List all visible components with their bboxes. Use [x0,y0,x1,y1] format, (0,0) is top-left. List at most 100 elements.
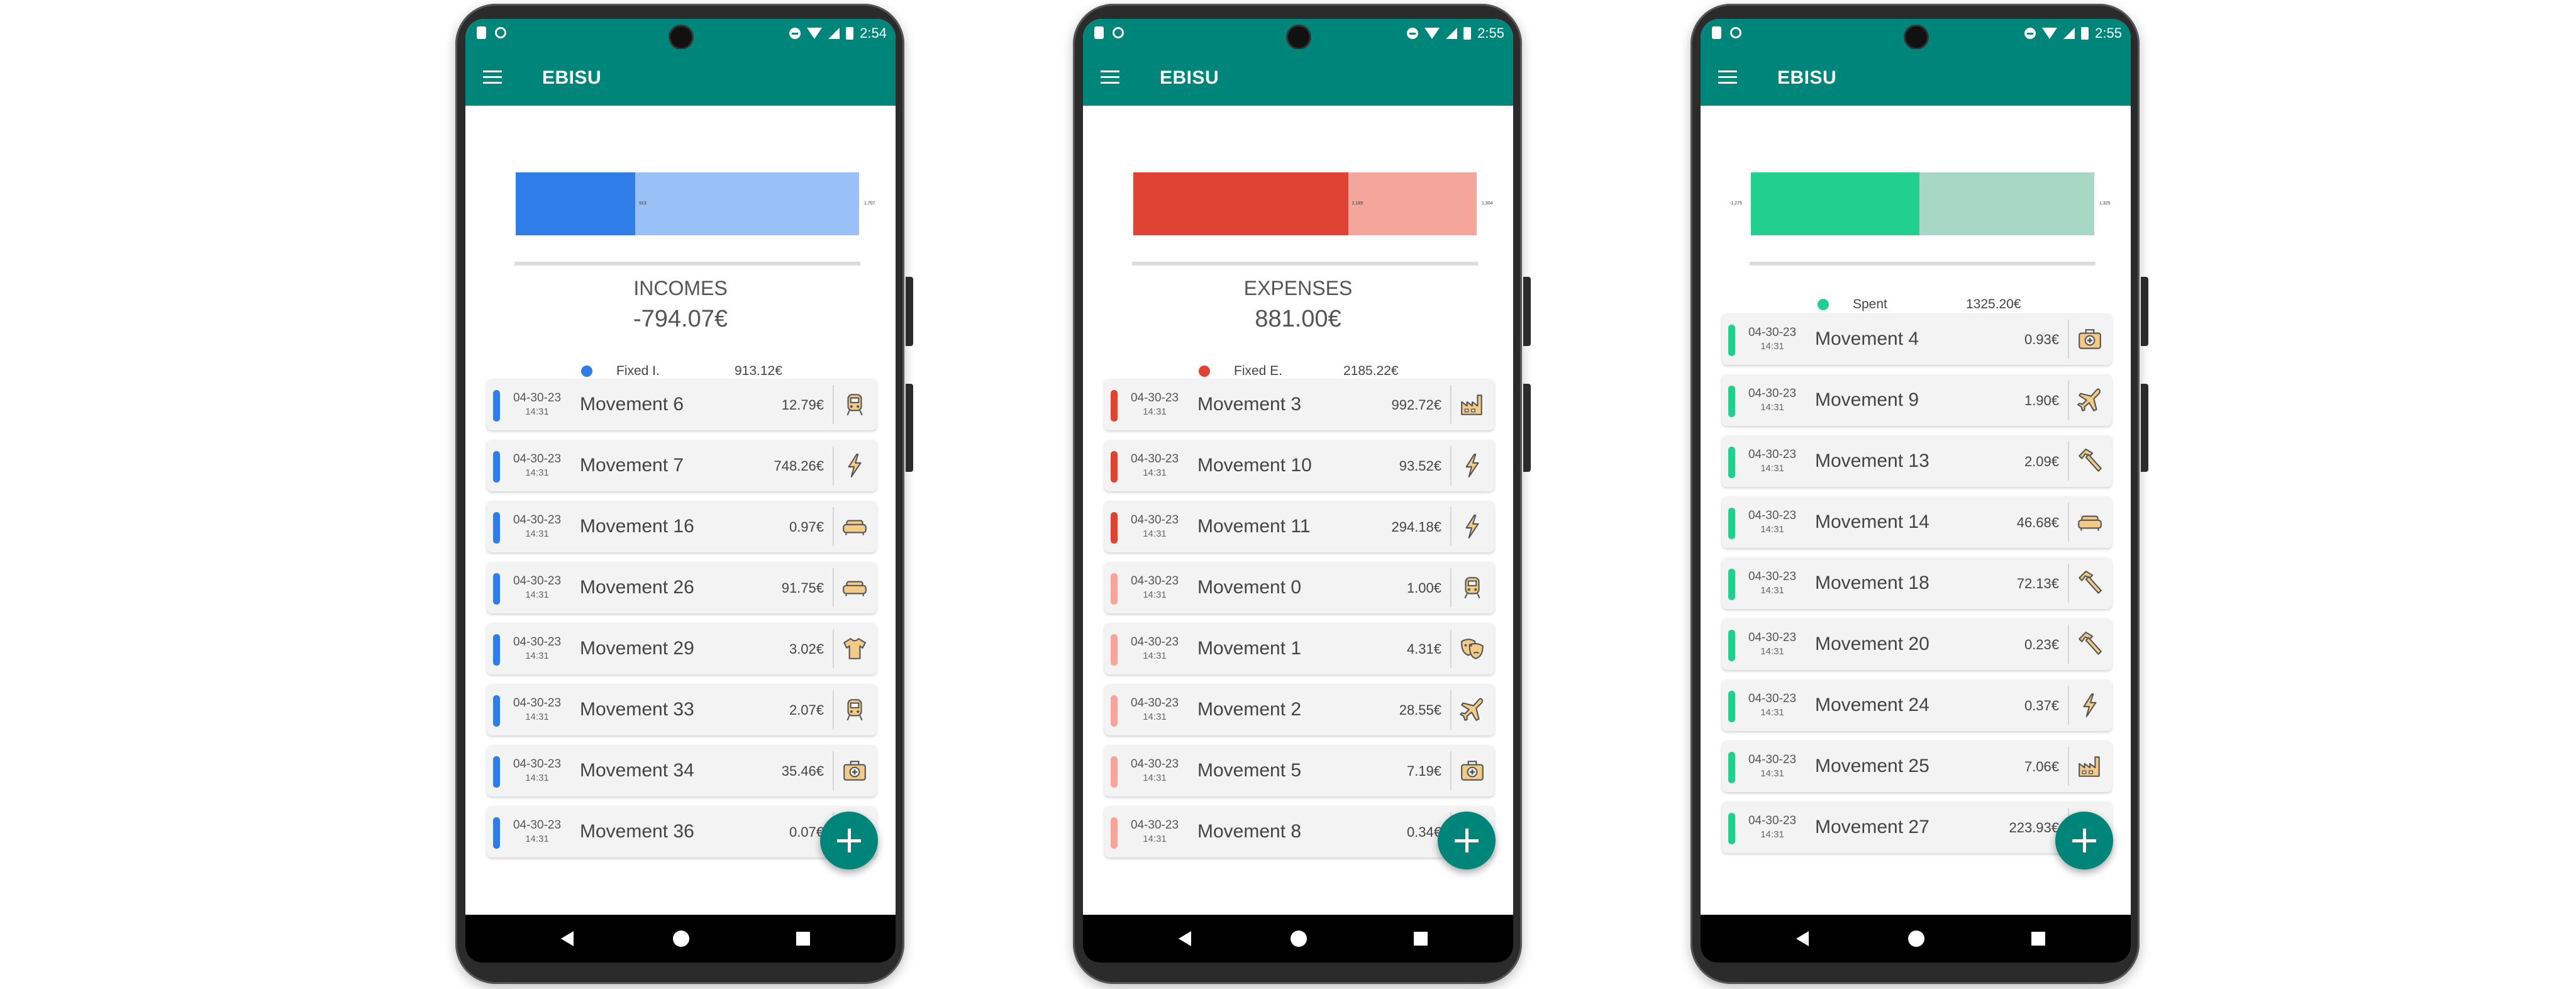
sofa-icon [841,574,868,601]
train-icon [841,696,868,723]
menu-icon[interactable] [1101,70,1119,84]
movement-divider [2068,747,2069,786]
movement-item[interactable]: 04-30-23 14:31 Movement 16 0.97€ [487,501,877,552]
recents-icon[interactable] [2031,932,2045,946]
movement-item[interactable]: 04-30-23 14:31 Movement 34 35.46€ [487,745,877,796]
navigation-bar [465,915,896,963]
movement-name: Movement 26 [580,577,694,598]
movement-divider [1450,690,1452,729]
home-icon[interactable] [1291,930,1307,947]
home-icon[interactable] [1908,930,1924,947]
sofa-icon [2077,509,2103,535]
movement-amount: 1.90€ [2024,393,2059,408]
movement-date: 04-30-23 14:31 [508,391,566,419]
volume-button [906,384,913,472]
movement-item[interactable]: 04-30-23 14:31 Movement 1 4.31€ [1104,623,1494,674]
category-strip [1111,634,1118,666]
chart-divider [514,262,860,265]
movement-item[interactable]: 04-30-23 14:31 Movement 5 7.19€ [1104,745,1494,796]
movement-name: Movement 3 [1197,394,1302,415]
bar-segment-primary [1751,172,1919,235]
movement-date-text: 04-30-23 [1130,696,1179,710]
movement-item[interactable]: 04-30-23 14:31 Movement 24 0.37€ [1722,679,2112,731]
movement-time: 14:31 [1143,773,1167,783]
movement-item[interactable]: 04-30-23 14:31 Movement 20 0.23€ [1722,618,2112,670]
movement-item[interactable]: 04-30-23 14:31 Movement 13 2.09€ [1722,435,2112,487]
movement-date-text: 04-30-23 [1748,814,1797,827]
movement-date-text: 04-30-23 [1748,387,1797,400]
movement-item[interactable]: 04-30-23 14:31 Movement 8 0.34€ [1104,806,1494,858]
movement-time: 14:31 [1143,651,1167,661]
category-strip [1728,569,1735,600]
movement-date-text: 04-30-23 [513,635,562,649]
movement-date: 04-30-23 14:31 [1126,757,1184,785]
movement-item[interactable]: 04-30-23 14:31 Movement 10 93.52€ [1104,440,1494,491]
movement-item[interactable]: 04-30-23 14:31 Movement 36 0.07€ [487,806,877,858]
movement-date: 04-30-23 14:31 [1743,387,1801,415]
movement-item[interactable]: 04-30-23 14:31 Movement 18 72.13€ [1722,557,2112,609]
category-strip [1728,813,1735,844]
bar-label-right: 1,707 [864,201,875,206]
category-strip [493,451,500,483]
movement-name: Movement 9 [1815,389,1919,410]
movement-item[interactable]: 04-30-23 14:31 Movement 7 748.26€ [487,440,877,491]
movement-amount: 0.07€ [789,824,824,840]
recents-icon[interactable] [1414,932,1428,946]
movement-item[interactable]: 04-30-23 14:31 Movement 25 7.06€ [1722,740,2112,792]
movement-item[interactable]: 04-30-23 14:31 Movement 6 12.79€ [487,379,877,430]
movement-time: 14:31 [525,467,549,478]
bar-label-right: 1,304 [1482,201,1493,206]
back-icon[interactable] [1796,931,1809,946]
lightning-icon [2077,692,2103,718]
movement-item[interactable]: 04-30-23 14:31 Movement 11 294.18€ [1104,501,1494,552]
movement-time: 14:31 [525,589,549,600]
movement-amount: 46.68€ [2016,515,2059,530]
movement-amount: 28.55€ [1399,702,1441,718]
movement-amount: 2.09€ [2024,454,2059,469]
back-icon[interactable] [561,931,574,946]
movement-amount: 93.52€ [1399,458,1441,474]
add-movement-button[interactable] [2055,812,2113,869]
movement-item[interactable]: 04-30-23 14:31 Movement 29 3.02€ [487,623,877,674]
movement-date: 04-30-23 14:31 [508,696,566,724]
home-icon[interactable] [673,930,689,947]
stacked-bar [516,172,859,235]
movement-time: 14:31 [1760,707,1784,718]
movement-item[interactable]: 04-30-23 14:31 Movement 27 223.93€ [1722,802,2112,853]
movement-item[interactable]: 04-30-23 14:31 Movement 3 992.72€ [1104,379,1494,430]
movement-name: Movement 20 [1815,634,1929,654]
sim-card-icon [1712,26,1721,39]
recents-icon[interactable] [796,932,810,946]
movement-item[interactable]: 04-30-23 14:31 Movement 26 91.75€ [487,562,877,613]
sync-icon [1113,27,1124,38]
menu-icon[interactable] [483,70,502,84]
movement-date: 04-30-23 14:31 [1743,509,1801,537]
movement-item[interactable]: 04-30-23 14:31 Movement 2 28.55€ [1104,684,1494,735]
train-icon [1459,574,1485,601]
cell-signal-icon [2063,28,2075,39]
back-icon[interactable] [1179,931,1191,946]
movement-item[interactable]: 04-30-23 14:31 Movement 33 2.07€ [487,684,877,735]
movement-date: 04-30-23 14:31 [508,819,566,846]
movement-date: 04-30-23 14:31 [508,452,566,480]
movement-name: Movement 18 [1815,573,1929,593]
movement-date: 04-30-23 14:31 [1126,574,1184,602]
app-bar: EBISU [1701,49,2131,106]
movement-date: 04-30-23 14:31 [1126,391,1184,419]
front-camera [1906,26,1927,48]
movement-item[interactable]: 04-30-23 14:31 Movement 4 0.93€ [1722,313,2112,365]
menu-icon[interactable] [1718,70,1737,84]
add-movement-button[interactable] [820,812,878,869]
movement-item[interactable]: 04-30-23 14:31 Movement 9 1.90€ [1722,374,2112,426]
add-movement-button[interactable] [1438,812,1496,869]
movement-time: 14:31 [525,651,549,661]
movement-item[interactable]: 04-30-23 14:31 Movement 0 1.00€ [1104,562,1494,613]
movement-divider [2068,625,2069,664]
movement-divider [1450,385,1452,424]
legend-label: Fixed E. [1234,364,1283,378]
movement-date: 04-30-23 14:31 [1126,819,1184,846]
legend-label: Fixed I. [616,364,660,378]
legend-value: 913.12€ [735,364,782,378]
app-title: EBISU [542,67,602,88]
movement-item[interactable]: 04-30-23 14:31 Movement 14 46.68€ [1722,496,2112,548]
